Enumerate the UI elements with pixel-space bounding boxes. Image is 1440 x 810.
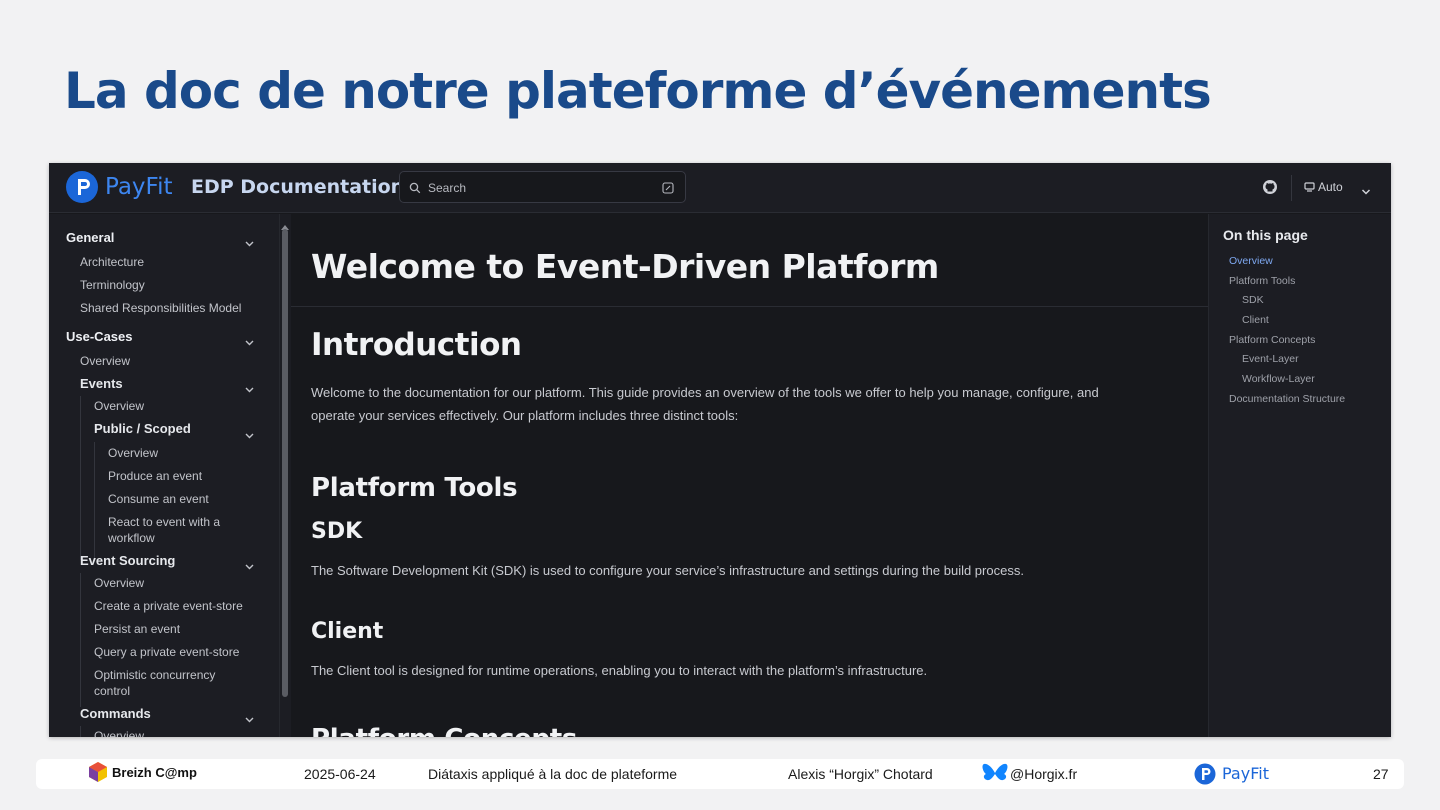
sidebar-item-persist-event[interactable]: Persist an event [94,621,180,637]
search-placeholder: Search [428,181,467,195]
chevron-down-icon[interactable] [245,426,254,444]
toc-item-client[interactable]: Client [1242,314,1269,326]
payfit-logo-icon [1194,763,1216,790]
heading-introduction: Introduction [311,327,522,363]
sidebar-item-produce-event[interactable]: Produce an event [108,468,202,484]
slide-footer: Breizh C@mp 2025-06-24 Diátaxis appliqué… [36,759,1404,789]
client-paragraph: The Client tool is designed for runtime … [311,663,928,678]
chevron-down-icon[interactable] [245,380,254,398]
brand-name[interactable]: PayFit [105,174,173,200]
page-number: 27 [1373,766,1389,782]
sidebar-item-overview[interactable]: Overview [94,728,144,737]
sidebar-item-events[interactable]: Events [80,376,123,392]
search-shortcut-icon [662,181,674,199]
doc-site-title[interactable]: EDP Documentation [191,176,404,198]
sidebar-item-react-to-event-cont[interactable]: workflow [108,530,155,546]
sidebar-item-overview[interactable]: Overview [94,398,144,414]
sidebar-item-react-to-event[interactable]: React to event with a [108,514,220,530]
sidebar-item-overview[interactable]: Overview [94,575,144,591]
sidebar-nav: General Architecture Terminology Shared … [49,214,279,737]
toc-item-overview[interactable]: Overview [1229,255,1273,267]
tree-guide-line [80,726,81,737]
footer-talk-title: Diátaxis appliqué à la doc de plateforme [428,766,678,782]
theme-label: Auto [1318,180,1343,194]
sidebar-item-commands[interactable]: Commands [80,706,151,722]
footer-company: PayFit [1222,764,1269,783]
heading-client: Client [311,619,384,644]
tree-guide-line [80,396,81,560]
intro-paragraph-line1: Welcome to the documentation for our pla… [311,385,1099,400]
sidebar-item-create-event-store[interactable]: Create a private event-store [94,598,243,614]
slide-title: La doc de notre plateforme d’événements [64,62,1212,120]
heading-sdk: SDK [311,519,363,544]
top-navbar: PayFit EDP Documentation Search Auto [49,163,1391,213]
sidebar-item-overview[interactable]: Overview [108,445,158,461]
tree-guide-line [94,442,95,560]
sidebar-item-public-scoped[interactable]: Public / Scoped [94,421,191,437]
toc-item-sdk[interactable]: SDK [1242,294,1264,306]
on-this-page-toc: On this page Overview Platform Tools SDK… [1208,214,1391,737]
breizhcamp-logo-icon [87,761,109,790]
sidebar-section-general[interactable]: General [66,230,114,246]
monitor-icon [1304,181,1315,195]
sidebar-item-optimistic-concurrency-cont[interactable]: control [94,683,130,699]
sidebar-item-overview[interactable]: Overview [80,353,130,369]
sdk-paragraph: The Software Development Kit (SDK) is us… [311,563,1024,578]
topbar-divider [1291,175,1292,201]
heading-platform-tools: Platform Tools [311,473,518,503]
chevron-down-icon[interactable] [245,333,254,351]
conference-name: Breizh C@mp [112,765,197,780]
footer-handle: @Horgix.fr [1010,766,1078,782]
chevron-down-icon[interactable] [245,234,254,252]
footer-date: 2025-06-24 [304,766,376,782]
sidebar-item-shared-responsibilities[interactable]: Shared Responsibilities Model [80,300,241,316]
search-input[interactable]: Search [399,171,686,203]
tree-guide-line [80,573,81,707]
toc-item-platform-tools[interactable]: Platform Tools [1229,275,1295,287]
chevron-down-icon[interactable] [245,557,254,575]
sidebar-item-query-event-store[interactable]: Query a private event-store [94,644,239,660]
sidebar-section-use-cases[interactable]: Use-Cases [66,329,133,345]
toc-item-event-layer[interactable]: Event-Layer [1242,353,1299,365]
sidebar-item-architecture[interactable]: Architecture [80,254,144,270]
sidebar-item-event-sourcing[interactable]: Event Sourcing [80,553,175,569]
sidebar-item-optimistic-concurrency[interactable]: Optimistic concurrency [94,667,215,683]
title-divider [291,306,1208,307]
chevron-down-icon[interactable] [245,710,254,728]
toc-title: On this page [1223,227,1308,243]
heading-platform-concepts: Platform Concepts [311,724,577,737]
toc-item-platform-concepts[interactable]: Platform Concepts [1229,334,1315,346]
sidebar-scroll-thumb[interactable] [282,229,288,697]
payfit-logo-icon[interactable] [66,171,98,203]
sidebar-item-terminology[interactable]: Terminology [80,277,145,293]
documentation-screenshot: PayFit EDP Documentation Search Auto Gen… [49,163,1391,737]
intro-paragraph-line2: operate your services effectively. Our p… [311,408,739,423]
toc-item-documentation-structure[interactable]: Documentation Structure [1229,393,1345,405]
toc-item-workflow-layer[interactable]: Workflow-Layer [1242,373,1315,385]
theme-toggle[interactable]: Auto [1304,180,1343,195]
bluesky-icon [981,762,1009,791]
search-icon [409,181,421,199]
chevron-down-icon[interactable] [1361,183,1371,201]
sidebar-item-consume-event[interactable]: Consume an event [108,491,209,507]
footer-speaker: Alexis “Horgix” Chotard [788,766,933,782]
github-icon[interactable] [1262,179,1278,200]
main-content: Welcome to Event-Driven Platform Introdu… [291,214,1208,737]
page-title: Welcome to Event-Driven Platform [311,247,939,286]
